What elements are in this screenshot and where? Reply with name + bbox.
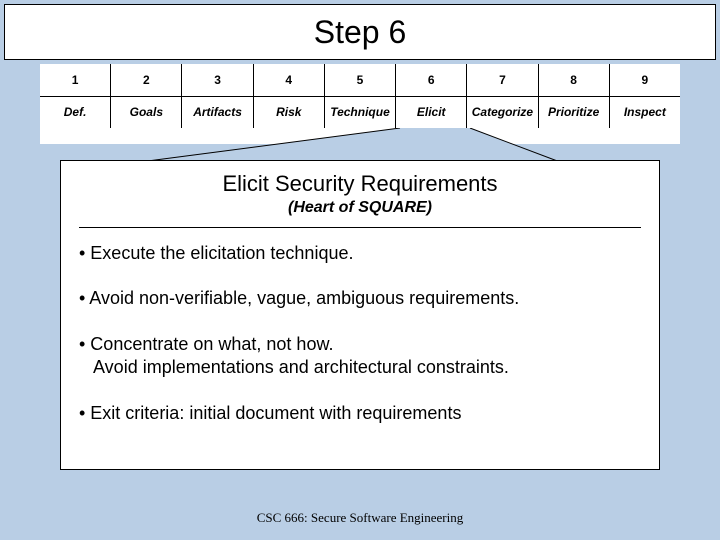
step-label-2: Goals (111, 96, 182, 128)
step-label-4: Risk (254, 96, 325, 128)
step-num-1: 1 (40, 64, 111, 97)
divider (79, 227, 641, 228)
step-num-2: 2 (111, 64, 182, 97)
step-label-8: Prioritize (539, 96, 610, 128)
step-num-4: 4 (254, 64, 325, 97)
step-num-7: 7 (467, 64, 538, 97)
step-nav-labels: Def. Goals Artifacts Risk Technique Elic… (40, 96, 680, 128)
bullet-1: • Execute the elicitation technique. (79, 242, 641, 265)
bullet-4: • Exit criteria: initial document with r… (79, 402, 641, 425)
step-num-6: 6 (396, 64, 467, 97)
bullet-3-line1: • Concentrate on what, not how. (79, 334, 333, 354)
step-label-3: Artifacts (182, 96, 253, 128)
content-box: Elicit Security Requirements (Heart of S… (60, 160, 660, 470)
step-num-9: 9 (610, 64, 680, 97)
section-subtitle: (Heart of SQUARE) (79, 199, 641, 217)
step-label-1: Def. (40, 96, 111, 128)
bullet-3-line2: Avoid implementations and architectural … (79, 356, 641, 379)
step-num-3: 3 (182, 64, 253, 97)
step-label-9: Inspect (610, 96, 680, 128)
step-label-5: Technique (325, 96, 396, 128)
step-nav-numbers: 1 2 3 4 5 6 7 8 9 (40, 64, 680, 96)
page-title: Step 6 (314, 14, 407, 51)
step-label-6: Elicit (396, 96, 467, 128)
title-bar: Step 6 (4, 4, 716, 60)
step-num-8: 8 (539, 64, 610, 97)
bullet-2: • Avoid non-verifiable, vague, ambiguous… (79, 287, 641, 310)
step-nav: 1 2 3 4 5 6 7 8 9 Def. Goals Artifacts R… (40, 64, 680, 144)
footer-text: CSC 666: Secure Software Engineering (0, 510, 720, 526)
bullet-3: • Concentrate on what, not how. Avoid im… (79, 333, 641, 380)
section-heading: Elicit Security Requirements (79, 171, 641, 197)
step-num-5: 5 (325, 64, 396, 97)
step-label-7: Categorize (467, 96, 538, 128)
